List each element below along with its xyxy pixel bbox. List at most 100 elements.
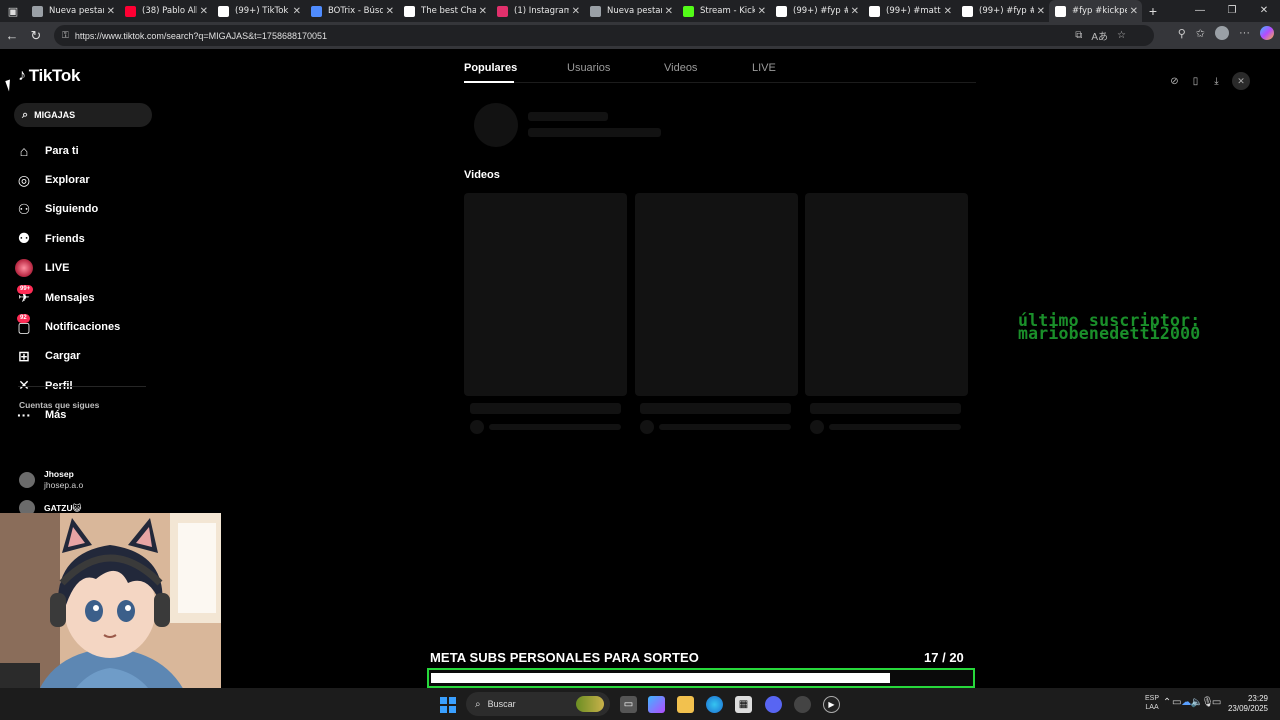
sidebar-item-para-ti[interactable]: ⌂ Para ti xyxy=(14,136,154,165)
tab-live[interactable]: LIVE xyxy=(752,62,776,74)
settings-more-icon[interactable]: ··· xyxy=(1239,27,1250,39)
account-avatar[interactable]: ✕ xyxy=(1232,72,1250,90)
browser-tab-title: (99+) #mattke xyxy=(886,6,941,16)
browser-tab-title: (99+) #fyp #vi xyxy=(793,6,848,16)
sidebar-item-cargar[interactable]: ⊞ Cargar xyxy=(14,342,154,371)
browser-tab[interactable]: (99+) #fyp #vi✕ xyxy=(770,0,863,22)
browser-tab[interactable]: #fyp #kickpen✕ xyxy=(1049,0,1142,22)
browser-tab[interactable]: (99+) TikTok - ✕ xyxy=(212,0,305,22)
author-skeleton-avatar xyxy=(810,420,824,434)
edge-browser-icon[interactable] xyxy=(706,696,723,713)
back-icon[interactable]: ← xyxy=(0,28,24,43)
search-value: MIGAJAS xyxy=(34,110,76,120)
address-bar[interactable]: ⚿ https://www.tiktok.com/search?q=MIGAJA… xyxy=(54,25,1154,46)
taskbar-search-input[interactable]: ⌕ Buscar xyxy=(466,692,610,716)
close-tab-icon[interactable]: ✕ xyxy=(851,6,859,17)
task-view-icon[interactable]: ▭ xyxy=(620,696,637,713)
tab-actions-icon[interactable]: ▣ xyxy=(0,0,26,22)
tiktok-logo[interactable]: ♪ TikTok xyxy=(18,66,80,86)
following-account[interactable]: Jhosep jhosep.a.o xyxy=(19,469,83,491)
app-available-icon[interactable]: ⧉ xyxy=(1075,30,1082,41)
close-window-icon[interactable]: ✕ xyxy=(1248,0,1280,22)
browser-tab-title: (1) Instagram xyxy=(514,6,569,16)
download-icon[interactable]: ⤓ xyxy=(1211,72,1222,90)
discord-icon[interactable] xyxy=(765,696,782,713)
browser-tab[interactable]: The best Chat ✕ xyxy=(398,0,491,22)
close-tab-icon[interactable]: ✕ xyxy=(1130,6,1138,17)
sidebar-item-explorar[interactable]: ◎ Explorar xyxy=(14,165,154,194)
browser-tab[interactable]: (38) Pablo Alb ✕ xyxy=(119,0,212,22)
sidebar-item-label: Siguiendo xyxy=(45,203,99,216)
close-tab-icon[interactable]: ✕ xyxy=(665,6,673,17)
close-tab-icon[interactable]: ✕ xyxy=(293,6,301,17)
favorite-star-icon[interactable]: ☆ xyxy=(1117,30,1126,41)
tab-videos[interactable]: Videos xyxy=(664,62,697,74)
sidebar-item-mensajes[interactable]: ✈ 99+ Mensajes xyxy=(14,283,154,312)
author-skeleton-line xyxy=(829,424,961,430)
video-card-skeleton[interactable] xyxy=(805,193,968,396)
browser-tab[interactable]: Nueva pestaña✕ xyxy=(26,0,119,22)
quick-settings[interactable]: ▭ 🔈 ▭ xyxy=(1172,697,1221,708)
browser-tab[interactable]: (99+) #fyp #vi✕ xyxy=(956,0,1049,22)
browser-tab-title: (99+) #fyp #vi xyxy=(979,6,1034,16)
clock-time: 23:29 xyxy=(1247,694,1268,703)
browser-tab[interactable]: (1) Instagram ✕ xyxy=(491,0,584,22)
minimize-icon[interactable]: — xyxy=(1184,0,1216,22)
sidebar-item-live[interactable]: LIVE xyxy=(14,254,154,283)
language-indicator[interactable]: ESP LAA xyxy=(1145,694,1159,712)
taskbar-clock[interactable]: 23:29 23/09/2025 xyxy=(1228,694,1268,714)
author-skeleton-avatar xyxy=(640,420,654,434)
extensions-icon[interactable]: ⚲ xyxy=(1178,27,1186,40)
coins-icon[interactable]: ⊘ xyxy=(1169,72,1180,90)
copilot-icon[interactable] xyxy=(1260,26,1274,40)
author-skeleton-avatar xyxy=(470,420,484,434)
store-icon[interactable]: ▦ xyxy=(735,696,752,713)
browser-tab[interactable]: (99+) #mattke✕ xyxy=(863,0,956,22)
close-tab-icon[interactable]: ✕ xyxy=(479,6,487,17)
url-text[interactable]: https://www.tiktok.com/search?q=MIGAJAS&… xyxy=(75,31,327,41)
search-highlight-icon xyxy=(576,696,604,712)
favorites-icon[interactable]: ✩ xyxy=(1196,27,1205,40)
sidebar-divider xyxy=(18,386,146,387)
search-input[interactable]: ⌕ MIGAJAS xyxy=(14,103,152,127)
sidebar-item-friends[interactable]: ⚉ Friends xyxy=(14,224,154,253)
sidebar-item-label: Más xyxy=(45,409,67,422)
restore-icon[interactable]: ❐ xyxy=(1216,0,1248,22)
browser-tab[interactable]: Stream - Kick ✕ xyxy=(677,0,770,22)
reload-icon[interactable]: ↻ xyxy=(24,28,48,44)
message-icon: ✈ 99+ xyxy=(14,284,34,308)
last-subscriber-name: mariobenedetti2000 xyxy=(1018,324,1201,343)
close-tab-icon[interactable]: ✕ xyxy=(1037,6,1045,17)
windows-start-icon[interactable] xyxy=(440,697,456,713)
file-explorer-icon[interactable] xyxy=(677,696,694,713)
tab-usuarios[interactable]: Usuarios xyxy=(567,62,610,74)
browser-tab[interactable]: BOTrix - Búsqu✕ xyxy=(305,0,398,22)
nav-badge: 92 xyxy=(17,314,30,324)
media-player-icon[interactable]: ▶ xyxy=(823,696,840,713)
browser-tab[interactable]: Nueva pestaña✕ xyxy=(584,0,677,22)
subs-goal-title: META SUBS PERSONALES PARA SORTEO xyxy=(430,650,700,665)
video-card-skeleton[interactable] xyxy=(464,193,627,396)
video-card-skeleton[interactable] xyxy=(635,193,798,396)
close-tab-icon[interactable]: ✕ xyxy=(107,6,115,17)
close-tab-icon[interactable]: ✕ xyxy=(386,6,394,17)
tab-populares[interactable]: Populares xyxy=(464,62,517,74)
sidebar-item-siguiendo[interactable]: ⚇ Siguiendo xyxy=(14,195,154,224)
close-tab-icon[interactable]: ✕ xyxy=(200,6,208,17)
copilot-app-icon[interactable] xyxy=(648,696,665,713)
tiktok-sidebar: ♪ TikTok ⌕ MIGAJAS ⌂ Para ti ◎ Explorar ⚇ Sig… xyxy=(0,50,160,513)
sidebar-item-notificaciones[interactable]: ▢ 92 Notificaciones xyxy=(14,312,154,341)
read-aloud-icon[interactable]: Aあ xyxy=(1091,28,1108,43)
caption-skeleton xyxy=(810,403,961,414)
site-info-icon[interactable]: ⚿ xyxy=(62,30,69,41)
close-tab-icon[interactable]: ✕ xyxy=(944,6,952,17)
device-icon[interactable]: ▯ xyxy=(1190,72,1201,90)
close-tab-icon[interactable]: ✕ xyxy=(758,6,766,17)
close-tab-icon[interactable]: ✕ xyxy=(572,6,580,17)
sidebar-item-label: Mensajes xyxy=(45,291,95,304)
browser-tab-title: The best Chat xyxy=(421,6,476,16)
new-tab-button[interactable]: + xyxy=(1142,3,1164,19)
profile-avatar[interactable] xyxy=(1215,26,1229,40)
tray-overflow-icon[interactable]: ⌃ xyxy=(1163,697,1171,708)
obs-icon[interactable] xyxy=(794,696,811,713)
